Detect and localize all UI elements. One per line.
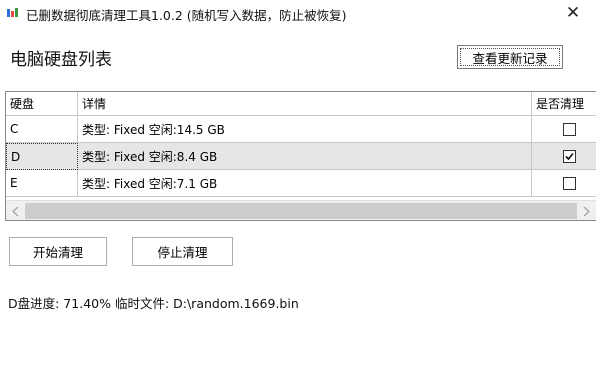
column-header-clean[interactable]: 是否清理 [532, 92, 596, 116]
detail-cell[interactable]: 类型: Fixed 空闲:7.1 GB [78, 170, 532, 197]
detail-cell[interactable]: 类型: Fixed 空闲:8.4 GB [78, 143, 532, 170]
progress-status: D盘进度: 71.40% 临时文件: D:\random.1669.bin [8, 296, 299, 311]
table-row[interactable]: C 类型: Fixed 空闲:14.5 GB [6, 116, 596, 143]
start-clean-button[interactable]: 开始清理 [9, 237, 107, 266]
drive-cell[interactable]: C [6, 116, 78, 143]
clean-cell[interactable] [532, 116, 596, 143]
close-button[interactable]: ✕ [558, 0, 588, 26]
table-row[interactable]: E 类型: Fixed 空闲:7.1 GB [6, 170, 596, 197]
column-header-detail[interactable]: 详情 [78, 92, 532, 116]
clean-checkbox[interactable] [562, 176, 576, 190]
view-changelog-button[interactable]: 查看更新记录 [457, 45, 563, 69]
disk-list-title: 电脑硬盘列表 [10, 50, 112, 70]
column-header-drive[interactable]: 硬盘 [6, 92, 78, 116]
scroll-right-icon[interactable] [577, 201, 595, 220]
drive-cell[interactable]: D [6, 143, 78, 170]
grid-header: 硬盘 详情 是否清理 [6, 92, 596, 116]
app-icon [7, 8, 18, 17]
check-icon [564, 152, 574, 160]
clean-checkbox[interactable] [562, 149, 576, 163]
clean-checkbox[interactable] [562, 122, 576, 136]
drive-cell[interactable]: E [6, 170, 78, 197]
window-title: 已删数据彻底清理工具1.0.2 (随机写入数据，防止被恢复) [26, 8, 347, 23]
clean-cell[interactable] [532, 143, 596, 170]
title-bar: 已删数据彻底清理工具1.0.2 (随机写入数据，防止被恢复) ✕ [0, 0, 596, 26]
detail-cell[interactable]: 类型: Fixed 空闲:14.5 GB [78, 116, 532, 143]
table-row[interactable]: D 类型: Fixed 空闲:8.4 GB [6, 143, 596, 170]
clean-cell[interactable] [532, 170, 596, 197]
scroll-left-icon[interactable] [6, 201, 24, 220]
close-icon: ✕ [565, 3, 581, 23]
horizontal-scrollbar[interactable] [6, 200, 596, 220]
stop-clean-button[interactable]: 停止清理 [132, 237, 233, 266]
disk-grid: 硬盘 详情 是否清理 C 类型: Fixed 空闲:14.5 GB D 类型: Fix… [5, 91, 596, 221]
scrollbar-thumb[interactable] [25, 203, 577, 219]
